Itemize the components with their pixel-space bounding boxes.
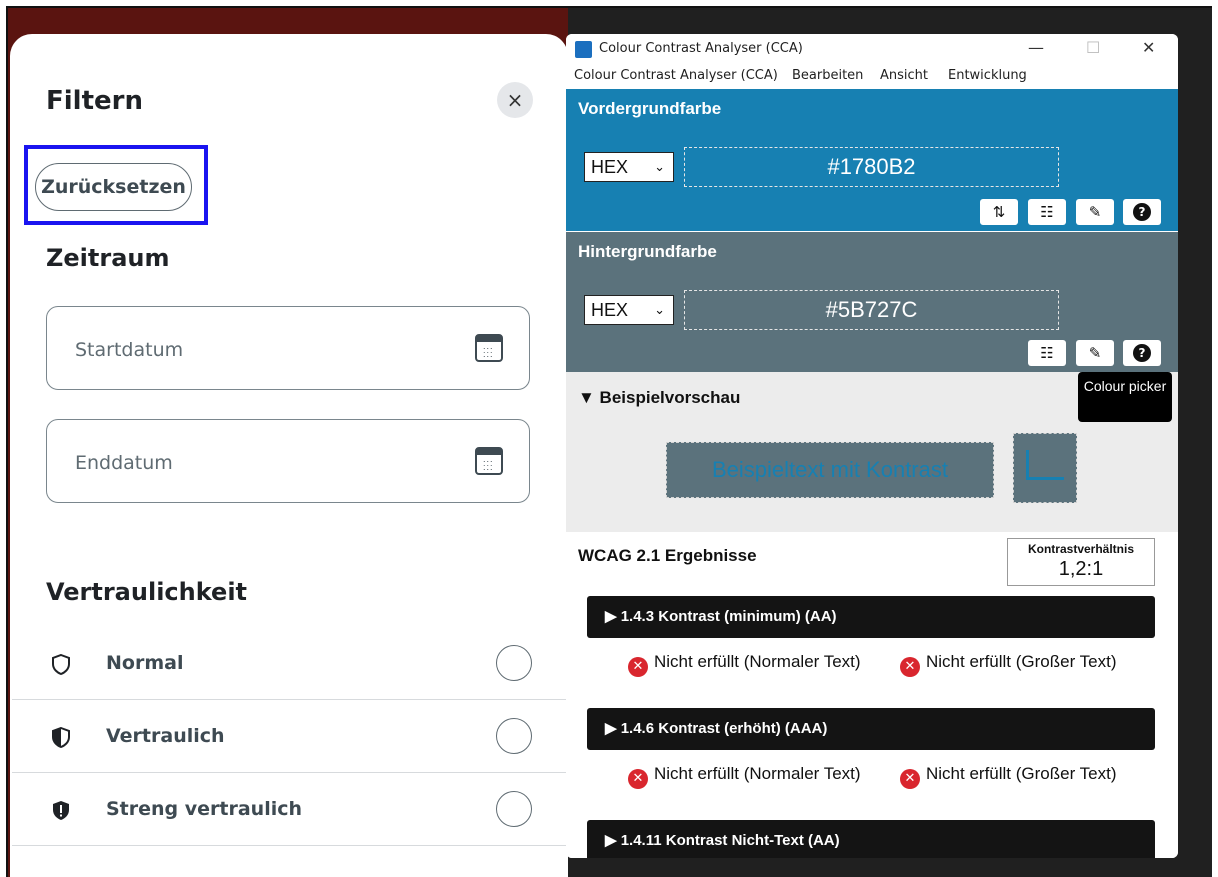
- sample-text: Beispieltext mit Kontrast: [666, 442, 994, 498]
- criterion-1-4-11[interactable]: ▶ 1.4.11 Kontrast Nicht-Text (AA): [587, 820, 1155, 858]
- menu-item-bearbeiten[interactable]: Bearbeiten: [792, 68, 863, 83]
- calendar-icon[interactable]: ::::::: [475, 447, 503, 476]
- preview-toggle[interactable]: ▼ Beispielvorschau: [578, 388, 740, 408]
- shield-outline-icon: [52, 654, 70, 675]
- option-label: Vertraulich: [106, 725, 225, 747]
- contrast-ratio-box: Kontrastverhältnis 1,2:1: [1007, 538, 1155, 586]
- sample-graphic: [1013, 433, 1077, 503]
- background-section: Hintergrundfarbe HEX ⌄ #5B727C ☷ ✎ ?: [566, 232, 1178, 372]
- tooltip: Colour picker: [1078, 372, 1172, 422]
- panel-title: Filtern: [46, 86, 143, 116]
- radio-button[interactable]: [496, 718, 532, 754]
- foreground-hex-input[interactable]: #1780B2: [684, 147, 1059, 187]
- confidentiality-title: Vertraulichkeit: [46, 578, 248, 606]
- close-button[interactable]: ×: [497, 82, 533, 118]
- result-large-text: ✕ Nicht erfüllt (Großer Text): [900, 764, 1170, 789]
- option-label: Streng vertraulich: [106, 798, 303, 820]
- help-icon[interactable]: ?: [1123, 199, 1161, 225]
- result-normal-text: ✕ Nicht erfüllt (Normaler Text): [628, 764, 878, 789]
- eyedropper-icon[interactable]: ✎: [1076, 340, 1114, 366]
- reset-button[interactable]: Zurücksetzen: [35, 163, 192, 211]
- end-date-placeholder: Enddatum: [75, 452, 173, 474]
- menu-item-ansicht[interactable]: Ansicht: [880, 68, 928, 83]
- help-icon[interactable]: ?: [1123, 340, 1161, 366]
- criterion-1-4-3[interactable]: ▶ 1.4.3 Kontrast (minimum) (AA): [587, 596, 1155, 638]
- chevron-down-icon: ⌄: [654, 159, 665, 174]
- background-hex-input[interactable]: #5B727C: [684, 290, 1059, 330]
- end-date-field[interactable]: Enddatum ::::::: [46, 419, 530, 503]
- sliders-icon[interactable]: ☷: [1028, 199, 1066, 225]
- background-format-select[interactable]: HEX ⌄: [584, 295, 674, 325]
- cca-window: Colour Contrast Analyser (CCA) — ☐ ✕ Col…: [566, 34, 1178, 858]
- format-value: HEX: [591, 300, 629, 320]
- start-date-field[interactable]: Startdatum ::::::: [46, 306, 530, 390]
- minimize-button[interactable]: —: [1028, 38, 1044, 57]
- radio-button[interactable]: [496, 791, 532, 827]
- maximize-button[interactable]: ☐: [1086, 38, 1100, 57]
- option-vertraulich[interactable]: Vertraulich: [12, 701, 568, 773]
- results-section: WCAG 2.1 Ergebnisse Kontrastverhältnis 1…: [566, 532, 1178, 858]
- fail-icon: ✕: [900, 657, 920, 677]
- result-normal-text: ✕ Nicht erfüllt (Normaler Text): [628, 652, 878, 677]
- format-value: HEX: [591, 157, 629, 177]
- swap-icon[interactable]: ⇅: [980, 199, 1018, 225]
- close-window-button[interactable]: ✕: [1142, 38, 1155, 57]
- foreground-format-select[interactable]: HEX ⌄: [584, 152, 674, 182]
- criterion-1-4-6[interactable]: ▶ 1.4.6 Kontrast (erhöht) (AAA): [587, 708, 1155, 750]
- option-streng-vertraulich[interactable]: Streng vertraulich: [12, 774, 568, 846]
- chevron-down-icon: ⌄: [654, 302, 665, 317]
- title-bar[interactable]: Colour Contrast Analyser (CCA) — ☐ ✕: [566, 34, 1178, 64]
- foreground-title: Vordergrundfarbe: [578, 99, 722, 118]
- shield-half-icon: [52, 727, 70, 748]
- sliders-icon[interactable]: ☷: [1028, 340, 1066, 366]
- close-icon: ×: [506, 88, 524, 112]
- zeitraum-title: Zeitraum: [46, 244, 170, 272]
- menu-bar: Colour Contrast Analyser (CCA) Bearbeite…: [566, 64, 1178, 88]
- foreground-section: Vordergrundfarbe HEX ⌄ #1780B2 ⇅ ☷ ✎ ?: [566, 89, 1178, 231]
- fail-icon: ✕: [628, 657, 648, 677]
- ratio-value: 1,2:1: [1058, 558, 1104, 580]
- chart-icon: [1026, 450, 1064, 480]
- result-large-text: ✕ Nicht erfüllt (Großer Text): [900, 652, 1170, 677]
- result-label: Nicht erfüllt (Normaler Text): [654, 652, 861, 671]
- result-label: Nicht erfüllt (Normaler Text): [654, 764, 861, 783]
- ratio-label: Kontrastverhältnis: [1027, 542, 1135, 556]
- app-logo-icon: [575, 41, 592, 58]
- window-title: Colour Contrast Analyser (CCA): [599, 41, 803, 56]
- fail-icon: ✕: [900, 769, 920, 789]
- menu-item-app[interactable]: Colour Contrast Analyser (CCA): [574, 68, 778, 83]
- result-label: Nicht erfüllt (Großer Text): [926, 764, 1117, 783]
- radio-button[interactable]: [496, 645, 532, 681]
- result-label: Nicht erfüllt (Großer Text): [926, 652, 1117, 671]
- fail-icon: ✕: [628, 769, 648, 789]
- results-title: WCAG 2.1 Ergebnisse: [578, 546, 757, 565]
- background-title: Hintergrundfarbe: [578, 242, 717, 261]
- option-label: Normal: [106, 652, 184, 674]
- option-normal[interactable]: Normal: [12, 628, 568, 700]
- eyedropper-icon[interactable]: ✎: [1076, 199, 1114, 225]
- screen-frame: Filtern × Zurücksetzen Zeitraum Startdat…: [6, 6, 1212, 877]
- filter-panel: Filtern × Zurücksetzen Zeitraum Startdat…: [10, 34, 568, 877]
- menu-item-entwicklung[interactable]: Entwicklung: [948, 68, 1027, 83]
- start-date-placeholder: Startdatum: [75, 339, 184, 361]
- shield-exclamation-icon: [53, 801, 69, 820]
- calendar-icon[interactable]: ::::::: [475, 334, 503, 363]
